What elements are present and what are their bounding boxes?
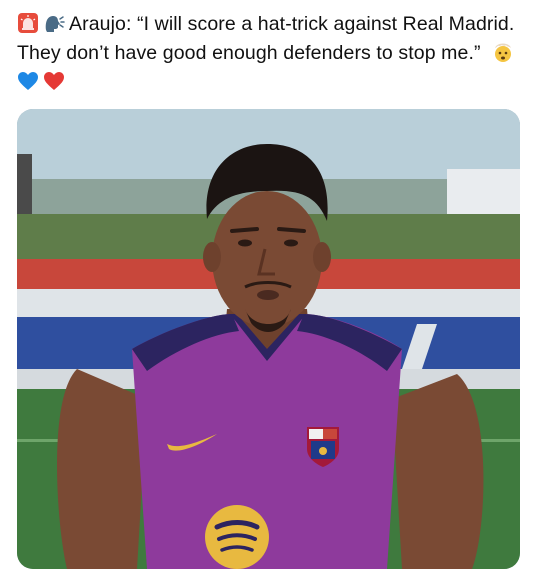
blue-heart-icon bbox=[17, 70, 39, 92]
red-heart-icon bbox=[43, 70, 65, 92]
player-interview-image bbox=[17, 109, 520, 569]
exploding-head-icon bbox=[492, 41, 514, 63]
tweet-text: Araujo: “I will score a hat-trick agains… bbox=[17, 10, 522, 97]
tweet-body: Araujo: “I will score a hat-trick agains… bbox=[17, 13, 515, 64]
video-thumbnail[interactable] bbox=[17, 109, 520, 569]
siren-icon bbox=[17, 12, 39, 34]
speaking-head-icon bbox=[43, 12, 65, 34]
